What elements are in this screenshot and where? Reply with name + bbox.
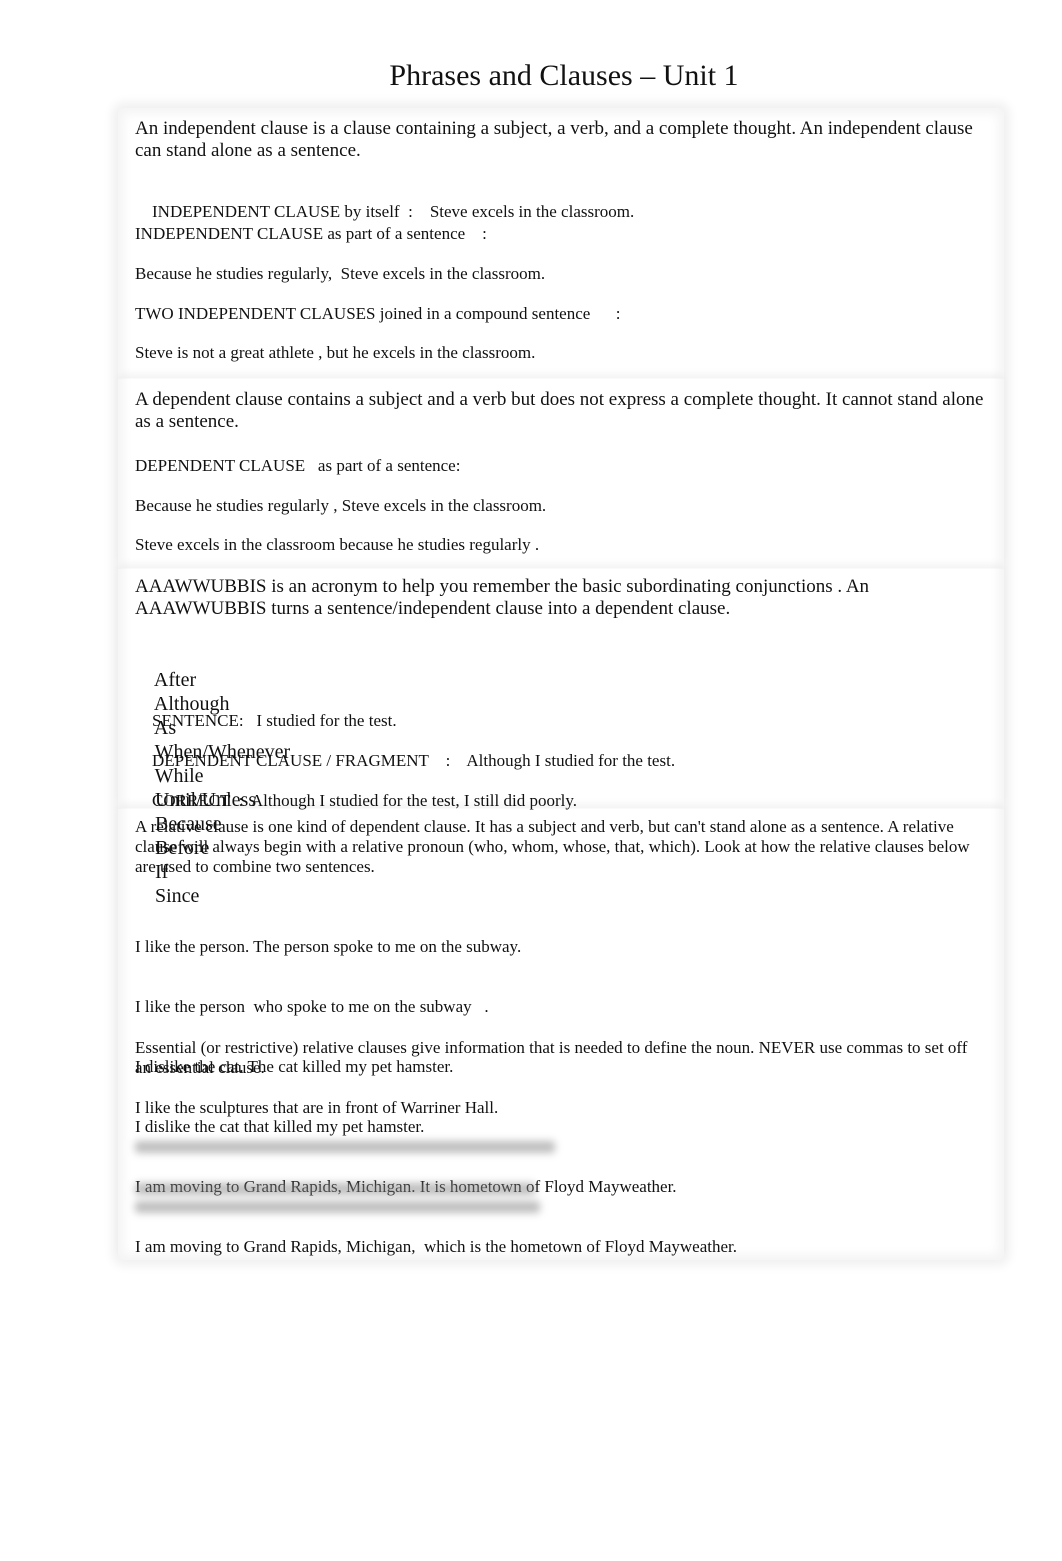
relative-example: I am moving to Grand Rapids, Michigan, w… xyxy=(135,1237,737,1256)
independent-part-example: Because he studies regularly, Steve exce… xyxy=(135,264,546,283)
relative-example: I like the person. The person spoke to m… xyxy=(135,937,522,956)
relative-example: I like the person who spoke to me on the… xyxy=(135,997,489,1016)
independent-by-itself-example: Steve excels in the classroom. xyxy=(429,202,635,221)
blurred-text-line xyxy=(135,1141,555,1153)
acronym-intro: AAAWWUBBIS is an acronym to help you rem… xyxy=(135,576,870,619)
page-title: Phrases and Clauses – Unit 1 xyxy=(389,59,739,92)
dependent-example-2: Steve excels in the classroom because he… xyxy=(135,535,540,554)
independent-intro: An independent clause is a clause contai… xyxy=(135,118,973,161)
essential-clause-example: I like the sculptures that are in front … xyxy=(135,1098,499,1117)
relative-example: I dislike the cat that killed my pet ham… xyxy=(135,1117,425,1136)
acronym-fragment-label: DEPENDENT CLAUSE / FRAGMENT : xyxy=(152,751,451,770)
acronym-fragment-example: Although I studied for the test. xyxy=(466,751,676,770)
dependent-part-label: DEPENDENT CLAUSE as part of a sentence: xyxy=(135,456,461,475)
section-relative-clause: A relative clause is one kind of depende… xyxy=(118,808,1004,1260)
relative-intro: A relative clause is one kind of depende… xyxy=(135,817,970,876)
independent-by-itself-label: INDEPENDENT CLAUSE by itself : xyxy=(152,202,413,221)
independent-part-label: INDEPENDENT CLAUSE as part of a sentence… xyxy=(135,224,487,243)
section-independent-clause: An independent clause is a clause contai… xyxy=(118,108,1004,378)
blurred-text-line xyxy=(135,1201,540,1213)
essential-clause-intro: Essential (or restrictive) relative clau… xyxy=(135,1038,968,1077)
independent-compound-label: TWO INDEPENDENT CLAUSES joined in a comp… xyxy=(135,304,621,323)
acronym-sentence-example: I studied for the test. xyxy=(256,711,397,730)
blurred-text-line xyxy=(135,1183,535,1195)
relative-example-list: I like the person. The person spoke to m… xyxy=(135,897,737,1297)
dependent-intro: A dependent clause contains a subject an… xyxy=(135,389,984,432)
acronym-sentence-label: SENTENCE: xyxy=(152,711,244,730)
section-dependent-clause: A dependent clause contains a subject an… xyxy=(118,378,1004,568)
dependent-example-1: Because he studies regularly , Steve exc… xyxy=(135,496,547,515)
conjunction-after: After xyxy=(153,669,197,691)
section-aaawwubbis: AAAWWUBBIS is an acronym to help you rem… xyxy=(118,568,1004,907)
independent-compound-example: Steve is not a great athlete , but he ex… xyxy=(135,343,536,362)
